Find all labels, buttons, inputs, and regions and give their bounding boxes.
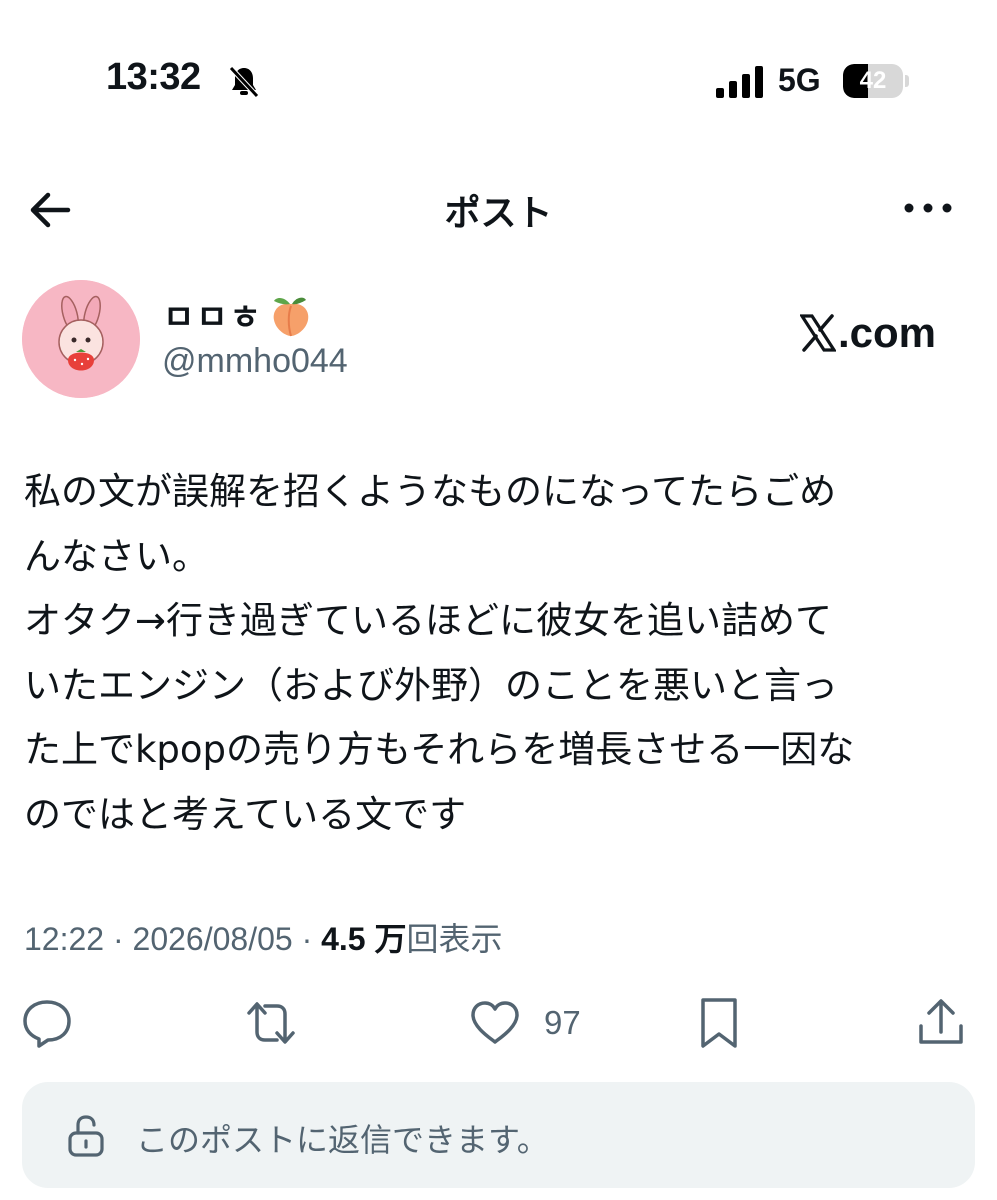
avatar[interactable] — [22, 280, 140, 398]
unlock-icon — [68, 1115, 104, 1157]
signal-icon — [716, 66, 763, 98]
post-line: 私の文が誤解を招くようなものになってたらごめ — [24, 470, 837, 513]
bell-slash-icon — [229, 66, 259, 98]
share-icon[interactable] — [914, 996, 968, 1050]
battery-nub — [905, 75, 909, 87]
post-line: いたエンジン（および外野）のことを悪いと言っ — [24, 663, 838, 707]
like-count: 97 — [544, 1004, 581, 1041]
reply-icon[interactable] — [20, 996, 74, 1050]
display-name[interactable]: ㅁㅁㅎ — [163, 290, 263, 339]
meta-separator: · — [301, 921, 313, 957]
meta-separator: · — [112, 921, 124, 957]
user-handle[interactable]: @mmho044 — [162, 342, 348, 381]
battery-level: 42 — [859, 67, 887, 94]
views-label: 回表示 — [406, 921, 503, 957]
like-icon[interactable] — [468, 996, 522, 1050]
x-logo-icon — [800, 314, 836, 352]
post-body: 私の文が誤解を招くようなものになってたらごめ んなさい。 オタク→行き過ぎている… — [24, 460, 974, 847]
repost-icon[interactable] — [244, 996, 298, 1050]
post-line: オタク→行き過ぎているほどに彼女を追い詰めて — [24, 599, 833, 642]
post-line: た上でkpopの売り方もそれらを増長させる一因な — [24, 728, 855, 771]
post-meta: 12:22 · 2026/08/05 · 4.5 万回表示 — [24, 914, 503, 960]
post-line: んなさい。 — [24, 534, 209, 578]
page-title: ポスト — [444, 193, 553, 234]
post-time[interactable]: 12:22 — [24, 921, 104, 957]
bookmark-icon[interactable] — [692, 996, 746, 1050]
post-date[interactable]: 2026/08/05 — [133, 921, 293, 957]
post-line: のではと考えている文です — [24, 792, 467, 836]
reply-placeholder: このポストに返信できます。 — [136, 1121, 549, 1159]
peach-icon — [273, 297, 309, 337]
battery-indicator: 42 — [843, 64, 903, 98]
x-com-badge: .com — [800, 305, 960, 361]
status-time: 13:32 — [106, 56, 201, 98]
x-com-text: .com — [838, 309, 937, 356]
more-icon[interactable] — [900, 196, 956, 220]
views-count[interactable]: 4.5 万 — [321, 921, 406, 957]
network-label: 5G — [778, 62, 821, 98]
avatar-illustration — [22, 280, 140, 398]
